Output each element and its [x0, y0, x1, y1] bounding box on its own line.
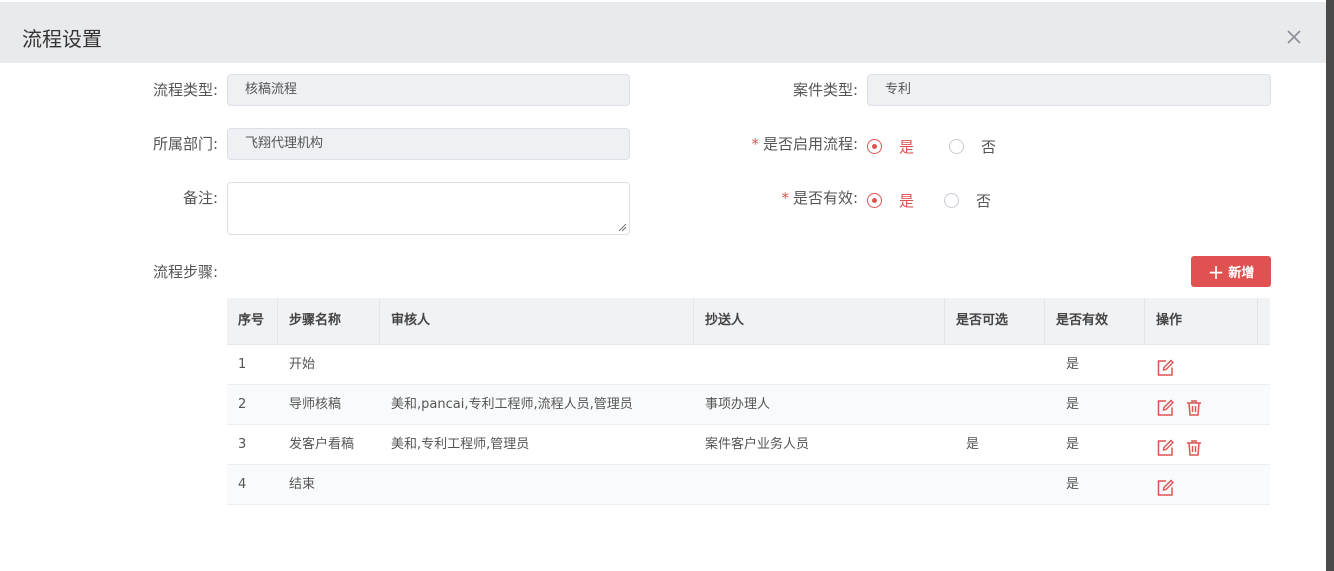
cell-cc — [694, 465, 945, 504]
enable-no-radio[interactable]: 否 — [949, 136, 996, 157]
valid-yes-radio[interactable]: 是 — [867, 190, 914, 211]
cell-valid: 是 — [1066, 437, 1080, 452]
enable-yes-radio[interactable]: 是 — [867, 136, 914, 157]
department-field[interactable]: 飞翔代理机构 — [227, 128, 630, 160]
radio-dot — [867, 193, 882, 208]
col-header-name: 步骤名称 — [278, 298, 380, 344]
process-type-field[interactable]: 核稿流程 — [227, 74, 630, 106]
col-header-reviewer: 审核人 — [380, 298, 694, 344]
col-header-valid: 是否有效 — [1045, 298, 1145, 344]
cell-valid: 是 — [1066, 477, 1080, 492]
cell-optional — [945, 465, 1045, 504]
cell-reviewer — [380, 345, 694, 384]
cell-valid: 是 — [1066, 397, 1080, 412]
col-header-actions: 操作 — [1145, 298, 1258, 344]
steps-table: 序号 步骤名称 审核人 抄送人 是否可选 是否有效 操作 1 开始 是 2 导师… — [227, 298, 1270, 505]
trash-icon[interactable] — [1184, 435, 1204, 456]
case-type-field[interactable]: 专利 — [867, 74, 1271, 106]
enable-yes-text: 是 — [899, 138, 915, 156]
cell-cc: 案件客户业务人员 — [705, 437, 810, 452]
add-step-label: 新增 — [1228, 266, 1255, 281]
process-settings-dialog: 流程设置 流程类型: 核稿流程 案件类型: 专利 所属部门: 飞翔代理机构 * 是… — [0, 0, 1326, 571]
cell-valid: 是 — [1066, 357, 1080, 372]
cell-name: 开始 — [289, 357, 316, 372]
cell-no: 2 — [238, 397, 247, 412]
cell-cc — [694, 345, 945, 384]
radio-dot — [867, 139, 882, 154]
edit-icon[interactable] — [1155, 475, 1175, 496]
table-row: 1 开始 是 — [227, 345, 1270, 385]
enable-process-label-text: 是否启用流程: — [762, 135, 858, 153]
valid-no-radio[interactable]: 否 — [944, 190, 991, 211]
plus-icon: + — [1207, 259, 1225, 284]
department-label: 所属部门: — [152, 135, 218, 153]
cell-reviewer — [380, 465, 694, 504]
remark-textarea[interactable] — [227, 182, 630, 235]
cell-no: 3 — [238, 437, 247, 452]
table-row: 4 结束 是 — [227, 465, 1270, 505]
add-step-button[interactable]: + 新增 — [1191, 256, 1271, 287]
edit-icon[interactable] — [1155, 435, 1175, 456]
valid-yes-text: 是 — [899, 192, 915, 210]
close-icon[interactable] — [1285, 28, 1303, 46]
cell-name: 导师核稿 — [289, 397, 342, 412]
cell-actions — [1145, 385, 1258, 424]
radio-dot — [944, 193, 959, 208]
cell-actions — [1145, 425, 1258, 464]
cell-no: 1 — [238, 357, 247, 372]
enable-no-text: 否 — [981, 138, 997, 156]
edit-icon[interactable] — [1155, 355, 1175, 376]
dialog-title: 流程设置 — [22, 27, 102, 51]
table-header: 序号 步骤名称 审核人 抄送人 是否可选 是否有效 操作 — [227, 298, 1270, 345]
cell-optional — [945, 345, 1045, 384]
edit-icon[interactable] — [1155, 395, 1175, 416]
resize-handle-icon[interactable] — [617, 222, 627, 232]
valid-label-text: 是否有效: — [792, 189, 858, 207]
window-right-edge — [1326, 0, 1334, 571]
process-type-label: 流程类型: — [152, 81, 218, 99]
cell-actions — [1145, 345, 1258, 384]
cell-actions — [1145, 465, 1258, 504]
radio-dot — [949, 139, 964, 154]
col-header-no: 序号 — [227, 298, 278, 344]
col-header-optional: 是否可选 — [945, 298, 1045, 344]
cell-optional: 是 — [966, 437, 980, 452]
steps-label: 流程步骤: — [152, 263, 218, 281]
case-type-label: 案件类型: — [792, 81, 858, 99]
valid-label: * 是否有效: — [740, 188, 858, 208]
dialog-header: 流程设置 — [0, 2, 1326, 63]
required-mark: * — [751, 135, 759, 153]
cell-reviewer: 美和,专利工程师,管理员 — [391, 437, 530, 452]
cell-name: 发客户看稿 — [289, 437, 355, 452]
trash-icon[interactable] — [1184, 395, 1204, 416]
cell-cc: 事项办理人 — [705, 397, 771, 412]
table-row: 2 导师核稿 美和,pancai,专利工程师,流程人员,管理员 事项办理人 是 — [227, 385, 1270, 425]
enable-process-label: * 是否启用流程: — [700, 134, 858, 154]
cell-reviewer: 美和,pancai,专利工程师,流程人员,管理员 — [391, 397, 633, 412]
remark-label: 备注: — [182, 189, 218, 207]
cell-no: 4 — [238, 477, 247, 492]
valid-no-text: 否 — [976, 192, 992, 210]
col-header-spacer — [1258, 298, 1270, 344]
cell-optional — [945, 385, 1045, 424]
col-header-cc: 抄送人 — [694, 298, 945, 344]
required-mark: * — [781, 189, 789, 207]
cell-name: 结束 — [289, 477, 316, 492]
table-row: 3 发客户看稿 美和,专利工程师,管理员 案件客户业务人员 是 是 — [227, 425, 1270, 465]
